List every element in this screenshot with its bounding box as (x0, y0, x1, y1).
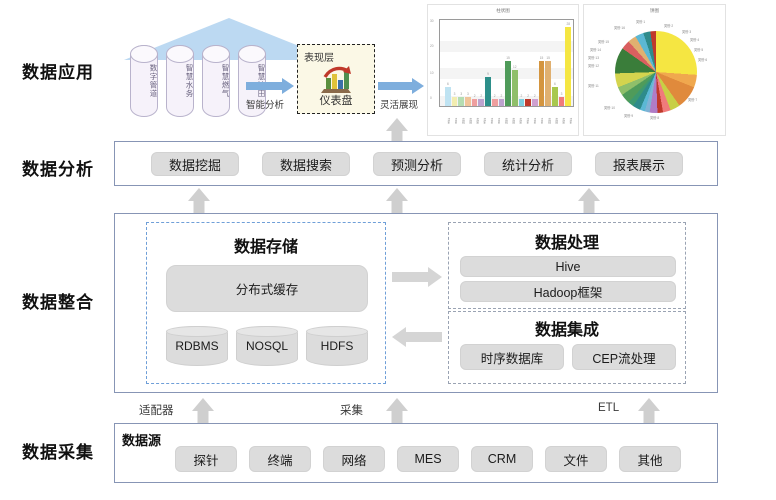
data-integration-title: 数据集成 (534, 322, 599, 339)
database-label: HDFS (320, 339, 354, 353)
database-label: RDBMS (175, 339, 219, 353)
pie-chart-title: 饼图 (650, 8, 659, 13)
arrow-up-integration-to-analysis-mid (386, 188, 408, 214)
database-hdfs[interactable]: HDFS (306, 326, 368, 366)
source-other[interactable]: 其他 (619, 446, 681, 472)
data-integration-group: 数据集成 时序数据库 CEP流处理 (448, 311, 686, 384)
bar-chart-plot: 6 3 3 3 2 2 9 2 2 15 12 2 2 2 15 15 6 3 … (439, 19, 574, 107)
pie-chart-graphic (615, 31, 697, 113)
pillar-smart-water: 智慧水务 (166, 45, 194, 117)
source-mes[interactable]: MES (397, 446, 459, 472)
arrow-up-integration-to-analysis-right (578, 188, 600, 214)
source-terminal[interactable]: 终端 (249, 446, 311, 472)
analysis-item-data-search[interactable]: 数据搜索 (262, 152, 350, 176)
distributed-cache-box[interactable]: 分布式缓存 (166, 265, 368, 312)
arrow-label-collect: 采集 (340, 405, 363, 417)
processing-item-hive[interactable]: Hive (460, 256, 676, 277)
arrow-processing-to-storage (392, 327, 442, 347)
pillar-label: 数字管道 (149, 64, 158, 98)
arrow-flexible-display (378, 78, 424, 94)
arrow-up-integration-to-analysis-left (188, 188, 210, 214)
analysis-item-report-display[interactable]: 报表展示 (595, 152, 683, 176)
arrow-label-adapter: 适配器 (139, 405, 174, 417)
data-storage-title: 数据存储 (233, 239, 298, 256)
architecture-diagram: 数据应用 数据分析 数据整合 数据采集 数字管道 智慧水务 智慧燃气 智慧油田 … (0, 0, 776, 500)
data-storage-group: 数据存储 分布式缓存 RDBMS NOSQL HDFS (146, 222, 386, 384)
database-label: NOSQL (245, 339, 288, 353)
analysis-item-predictive-analysis[interactable]: 预测分析 (373, 152, 461, 176)
integration-item-tsdb[interactable]: 时序数据库 (460, 344, 564, 370)
source-file[interactable]: 文件 (545, 446, 607, 472)
source-network[interactable]: 网络 (323, 446, 385, 472)
data-processing-group: 数据处理 Hive Hadoop框架 (448, 222, 686, 309)
data-processing-title: 数据处理 (534, 235, 599, 252)
pillar-digital-pipeline: 数字管道 (130, 45, 158, 117)
presentation-layer-box: 表现层 仪表盘 (297, 44, 375, 114)
bar-chart-panel: 柱状图 6 3 3 3 2 2 9 2 2 15 12 2 2 2 15 15 (427, 4, 579, 136)
bar-chart-y-axis: 30 20 10 0 (430, 19, 434, 101)
data-source-title: 数据源 (122, 433, 162, 448)
processing-item-hadoop[interactable]: Hadoop框架 (460, 281, 676, 302)
arrow-label-flexible-display: 灵活展现 (380, 100, 419, 111)
analysis-item-data-mining[interactable]: 数据挖掘 (151, 152, 239, 176)
layer-label-collection: 数据采集 (22, 443, 94, 462)
arrow-label-intelligent-analysis: 智能分析 (246, 100, 285, 111)
pillar-label: 智慧水务 (185, 64, 194, 98)
arrow-storage-to-processing (392, 267, 442, 287)
database-rdbms[interactable]: RDBMS (166, 326, 228, 366)
database-nosql[interactable]: NOSQL (236, 326, 298, 366)
integration-item-cep[interactable]: CEP流处理 (572, 344, 676, 370)
arrow-up-collect (386, 398, 408, 426)
bar-chart-bars: 6 3 3 3 2 2 9 2 2 15 12 2 2 2 15 15 6 3 … (445, 20, 572, 106)
source-crm[interactable]: CRM (471, 446, 533, 472)
arrow-up-adapter (192, 398, 214, 426)
arrow-intelligent-analysis (246, 78, 294, 94)
layer-label-application: 数据应用 (22, 63, 94, 82)
bar-chart-title: 柱状图 (496, 8, 510, 13)
arrow-label-etl: ETL (598, 402, 620, 414)
pillar-label: 智慧燃气 (221, 64, 230, 98)
pillar-smart-gas: 智慧燃气 (202, 45, 230, 117)
bar-chart-x-axis: 类别 类别 类别 类别 类别 类别 类别 类别 类别 类别 类别 类别 类别 类别 类别 类别 类别类… (447, 118, 573, 124)
layer-label-analysis: 数据分析 (22, 160, 94, 179)
presentation-layer-subtitle: 仪表盘 (319, 95, 353, 107)
presentation-layer-title: 表现层 (304, 53, 334, 64)
layer-label-integration: 数据整合 (22, 293, 94, 312)
pie-chart-panel: 饼图 类别·1 类别·2 类别·3 类别·4 类别·5 类别·6 类别·7 类别… (583, 4, 726, 136)
analysis-item-statistical-analysis[interactable]: 统计分析 (484, 152, 572, 176)
arrow-up-etl (638, 398, 660, 426)
source-probe[interactable]: 探针 (175, 446, 237, 472)
